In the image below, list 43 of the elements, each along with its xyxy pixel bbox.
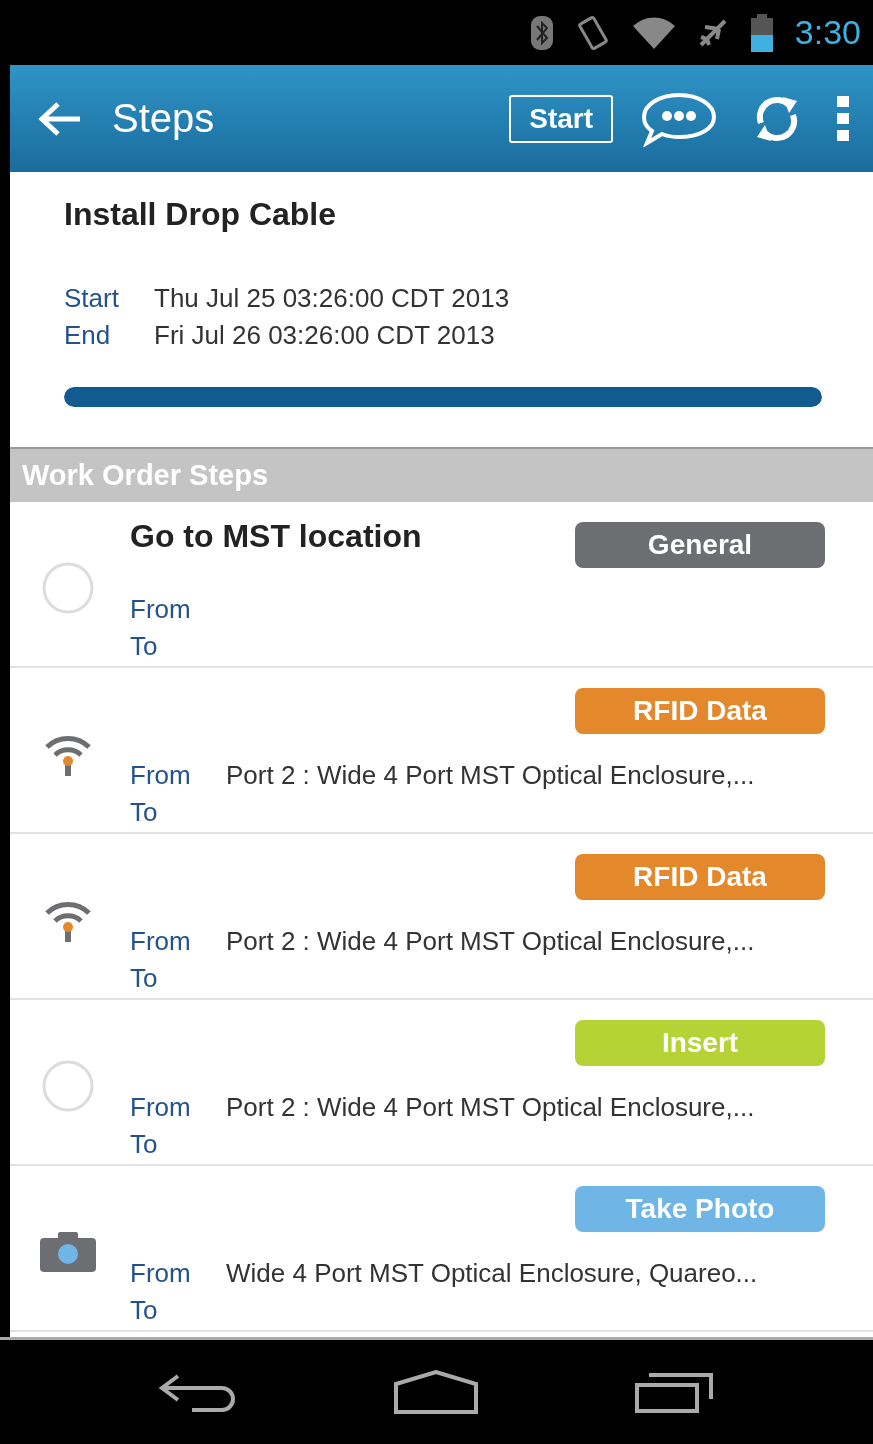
- step-type-tag: Take Photo: [575, 1186, 825, 1232]
- from-value: Port 2 : Wide 4 Port MST Optical Enclosure,...: [226, 1092, 755, 1124]
- recent-apps-icon[interactable]: [634, 1371, 715, 1413]
- camera-icon: [40, 1232, 96, 1272]
- step-row[interactable]: Go to MST location General From To: [10, 502, 873, 668]
- step-row[interactable]: RFID Data From Port 2 : Wide 4 Port MST Optical Enclosure,... To: [10, 834, 873, 1000]
- start-label: Start: [64, 283, 120, 314]
- from-label: From: [130, 926, 192, 958]
- to-label: To: [130, 797, 159, 829]
- chat-bubble-icon[interactable]: [641, 90, 717, 147]
- from-value: Port 2 : Wide 4 Port MST Optical Enclosure,...: [226, 760, 755, 792]
- home-icon[interactable]: [394, 1370, 479, 1414]
- section-header: Work Order Steps: [10, 447, 873, 502]
- from-label: From: [130, 594, 192, 626]
- clock-time: 3:30: [794, 13, 861, 52]
- to-label: To: [130, 631, 159, 663]
- job-title: Install Drop Cable: [64, 196, 338, 233]
- to-label: To: [130, 963, 159, 995]
- back-arrow-icon[interactable]: [38, 100, 82, 137]
- wifi-icon: [632, 16, 675, 49]
- screen-title: Steps: [112, 96, 216, 141]
- start-button[interactable]: Start: [509, 94, 613, 143]
- from-label: From: [130, 1092, 192, 1124]
- step-type-tag: Insert: [575, 1020, 825, 1066]
- from-value: Wide 4 Port MST Optical Enclosure, Quareo...: [226, 1258, 758, 1290]
- step-row[interactable]: RFID Data From Port 2 : Wide 4 Port MST Optical Enclosure,... To: [10, 668, 873, 834]
- to-label: To: [130, 1295, 159, 1327]
- end-date: Fri Jul 26 03:26:00 CDT 2013: [154, 320, 496, 351]
- step-type-tag: RFID Data: [575, 688, 825, 734]
- start-date: Thu Jul 25 03:26:00 CDT 2013: [154, 283, 511, 314]
- step-row[interactable]: Take Photo From Wide 4 Port MST Optical Enclosure, Quareo... To: [10, 1166, 873, 1332]
- to-label: To: [130, 1129, 159, 1161]
- step-row[interactable]: Insert From Port 2 : Wide 4 Port MST Optical Enclosure,... To: [10, 1000, 873, 1166]
- from-label: From: [130, 760, 192, 792]
- step-title: Go to MST location: [129, 518, 423, 555]
- end-label: End: [64, 320, 112, 351]
- overflow-menu-icon[interactable]: [837, 95, 849, 142]
- bluetooth-icon: [530, 15, 553, 50]
- from-value: Port 2 : Wide 4 Port MST Optical Enclosure,...: [226, 926, 755, 958]
- battery-icon: [750, 13, 773, 52]
- step-type-tag: General: [575, 522, 825, 568]
- step-type-tag: RFID Data: [575, 854, 825, 900]
- from-label: From: [130, 1258, 192, 1290]
